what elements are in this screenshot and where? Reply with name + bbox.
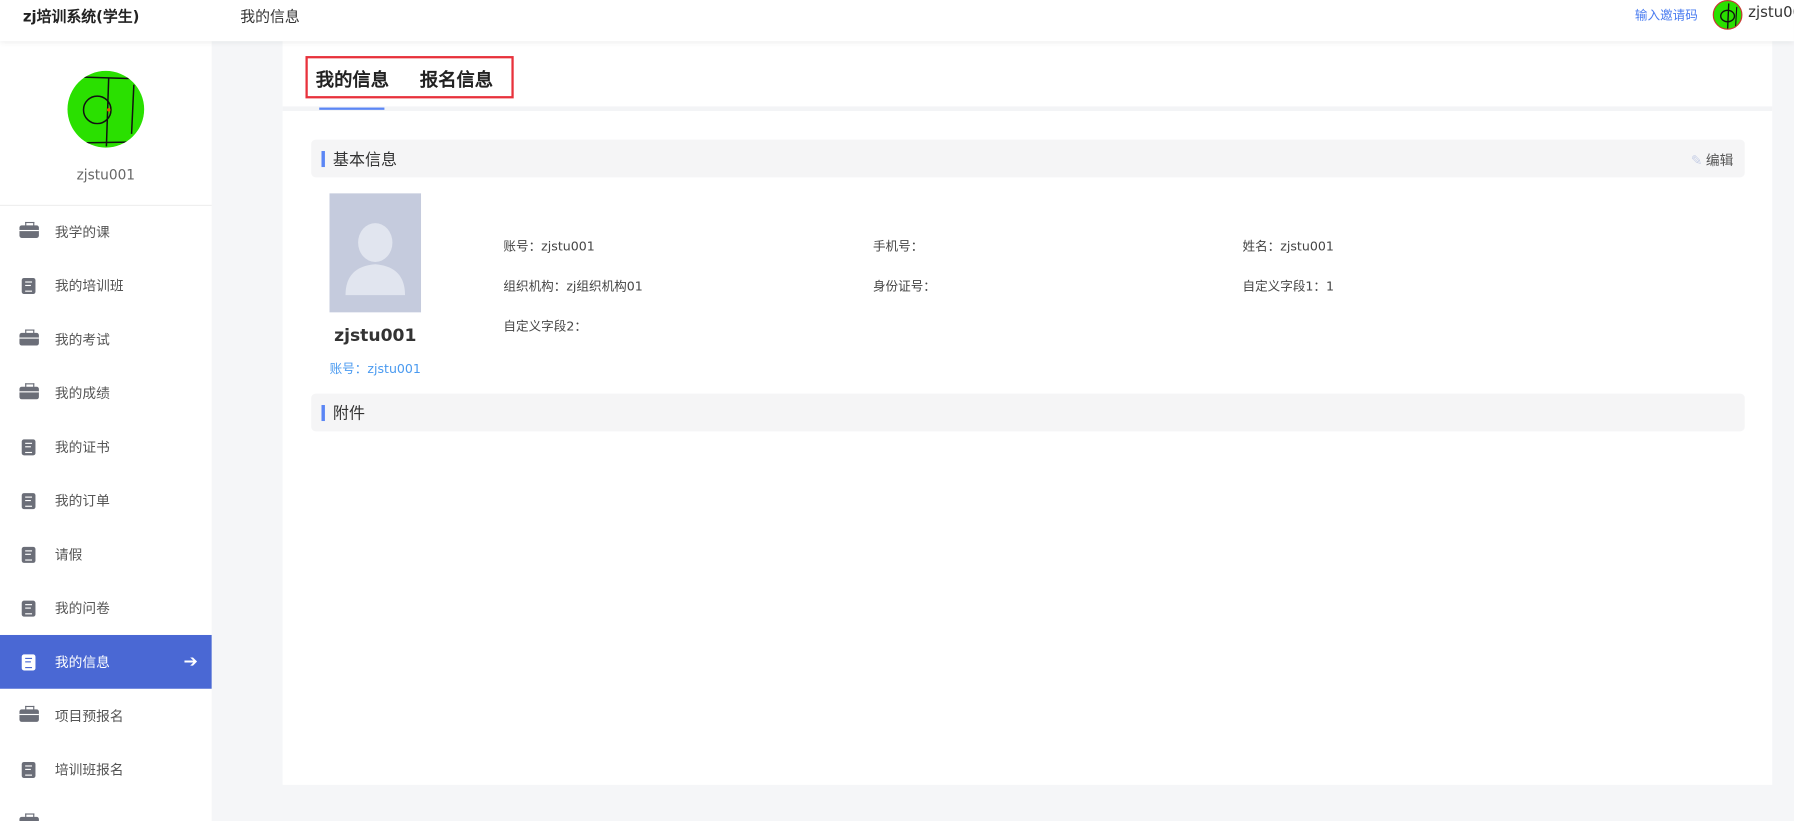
breadcrumb: 我的信息 — [240, 9, 300, 27]
profile-avatar — [67, 70, 145, 148]
sidebar-item-class-registration[interactable]: 培训班报名 — [0, 743, 212, 797]
sidebar-item-label: 我的信息 — [54, 654, 110, 671]
sidebar-item-label: 我的培训班 — [54, 278, 124, 295]
sidebar-item-project-preregistration[interactable]: 项目预报名 — [0, 689, 212, 743]
document-icon — [21, 600, 36, 617]
tab-registration-info[interactable]: 报名信息 — [420, 64, 493, 91]
sidebar-item-label: 我学的课 — [54, 224, 110, 241]
active-tab-indicator — [319, 107, 385, 110]
profile-photo-placeholder — [329, 193, 422, 313]
field-custom-1: 自定义字段1：1 — [1242, 279, 1335, 295]
sidebar: zjstu001 我学的课 我的培训班 我的考试 我的成绩 我的证书 我的订单 … — [0, 41, 212, 821]
briefcase-icon — [19, 383, 39, 400]
sidebar-item-my-certificates[interactable]: 我的证书 — [0, 420, 212, 474]
app-root: zj培训系统(学生) 我的信息 输入邀请码 zjstu00 zjstu001 我… — [0, 0, 1794, 821]
sidebar-item-my-info[interactable]: 我的信息 ➔ — [0, 634, 212, 689]
basic-info-section-header: 基本信息 ✎ 编辑 — [311, 139, 1745, 178]
sidebar-item-label: 我的成绩 — [54, 385, 110, 402]
user-avatar[interactable] — [1712, 0, 1743, 30]
sidebar-item-label: 项目预报名 — [54, 708, 124, 725]
section-title: 附件 — [332, 405, 365, 424]
sidebar-item-partial[interactable] — [0, 796, 212, 821]
profile-name: zjstu001 — [334, 324, 417, 346]
sidebar-item-label: 请假 — [54, 546, 83, 563]
attachments-section-header: 附件 — [311, 393, 1745, 432]
invite-code-link[interactable]: 输入邀请码 — [1635, 6, 1698, 24]
sidebar-item-my-classes[interactable]: 我的培训班 — [0, 259, 212, 313]
document-icon — [21, 761, 36, 778]
sidebar-item-label: 培训班报名 — [54, 761, 124, 778]
pencil-icon: ✎ — [1690, 152, 1703, 169]
edit-button[interactable]: ✎ 编辑 — [1691, 150, 1733, 169]
user-name[interactable]: zjstu00 — [1748, 5, 1794, 22]
field-phone: 手机号： — [872, 239, 924, 254]
document-icon — [21, 546, 36, 563]
sidebar-item-label: 我的订单 — [54, 493, 110, 510]
field-organization: 组织机构：zj组织机构01 — [503, 279, 643, 295]
document-icon — [21, 653, 36, 670]
field-name: 姓名：zjstu001 — [1242, 239, 1334, 254]
profile-username: zjstu001 — [76, 167, 136, 184]
sidebar-item-label: 我的问卷 — [54, 600, 110, 617]
document-icon — [21, 438, 36, 455]
field-custom-2: 自定义字段2： — [503, 319, 587, 335]
sidebar-item-my-surveys[interactable]: 我的问卷 — [0, 581, 212, 635]
briefcase-icon — [19, 705, 39, 722]
sidebar-menu: 我学的课 我的培训班 我的考试 我的成绩 我的证书 我的订单 请假 我的问卷 我… — [0, 205, 212, 821]
briefcase-icon — [19, 329, 39, 346]
briefcase-icon — [19, 813, 39, 821]
section-title: 基本信息 — [332, 151, 398, 170]
tab-my-info[interactable]: 我的信息 — [316, 64, 389, 91]
sidebar-item-my-exams[interactable]: 我的考试 — [0, 312, 212, 366]
sidebar-item-label: 我的证书 — [54, 439, 110, 456]
main-panel: 我的信息 报名信息 基本信息 ✎ 编辑 zjstu001 账号：zjstu001 … — [282, 41, 1773, 785]
field-account: 账号：zjstu001 — [503, 239, 595, 254]
field-id-number: 身份证号： — [872, 279, 936, 295]
sidebar-item-my-scores[interactable]: 我的成绩 — [0, 366, 212, 420]
sidebar-item-leave[interactable]: 请假 — [0, 527, 212, 581]
document-icon — [21, 492, 36, 509]
sidebar-item-my-orders[interactable]: 我的订单 — [0, 474, 212, 528]
sidebar-item-my-courses[interactable]: 我学的课 — [0, 205, 212, 259]
section-marker — [321, 151, 325, 168]
document-icon — [21, 277, 36, 294]
section-marker — [321, 405, 325, 422]
profile-account: 账号：zjstu001 — [329, 361, 421, 377]
top-bar: zj培训系统(学生) 我的信息 输入邀请码 zjstu00 — [0, 0, 1794, 42]
arrow-right-icon: ➔ — [183, 650, 198, 672]
app-title: zj培训系统(学生) — [22, 9, 140, 27]
briefcase-icon — [19, 221, 39, 238]
sidebar-item-label: 我的考试 — [54, 331, 110, 348]
edit-label: 编辑 — [1705, 152, 1734, 169]
tab-bar: 我的信息 报名信息 — [282, 41, 1773, 111]
